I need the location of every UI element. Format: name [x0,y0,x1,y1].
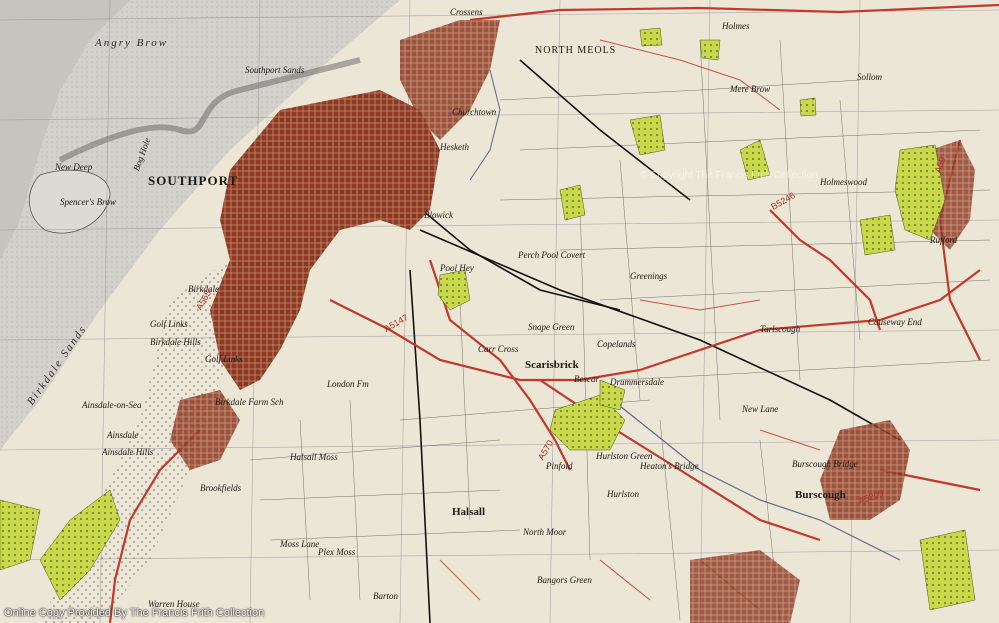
label-copelands: Copelands [597,339,636,349]
label-heatons-bridge: Heaton's Bridge [640,461,699,471]
label-ainsdale-hills: Ainsdale Hills [102,447,154,457]
label-north-moor: North Moor [523,527,567,537]
label-holmeswood: Holmeswood [820,177,867,187]
label-golf-links-2: Golf Links [205,354,243,364]
copyright-notice: Online Copy Provided By The Francis Frit… [4,607,265,619]
label-barton: Barton [373,591,399,601]
label-moss-lane: Moss Lane [280,539,320,549]
label-mere-brow: Mere Brow [730,84,771,94]
label-birkdale-hills: Birkdale Hills [150,337,201,347]
label-brookfields: Brookfields [200,483,242,493]
label-plex-moss: Plex Moss [318,547,356,557]
label-drummersdale: Drummersdale [610,377,664,387]
map-canvas [0,0,999,623]
label-golf-links-1: Golf Links [150,319,188,329]
label-london-fm: London Fm [327,379,369,389]
label-hurlston-green: Hurlston Green [596,451,653,461]
label-southport-sands: Southport Sands [245,65,305,75]
label-scarisbrick: Scarisbrick [525,359,579,371]
label-halsall-moss: Halsall Moss [290,452,338,462]
label-pinfold: Pinfold [546,461,573,471]
label-burscough: Burscough [795,489,846,501]
label-sollom: Sollom [857,72,883,82]
label-bangors-green: Bangors Green [537,575,592,585]
label-carr-cross: Carr Cross [478,344,519,354]
label-blowick: Blowick [424,210,453,220]
label-new-deep: New Deep [55,162,93,172]
label-spencers-brow: Spencer's Brow [60,197,116,207]
label-southport: SOUTHPORT [148,173,239,188]
label-perch-pool-covert: Perch Pool Covert [518,250,586,260]
burscough-urban [820,420,910,520]
label-birkdale-farm-sch: Birkdale Farm Sch [215,397,284,407]
label-angry-brow: Angry Brow [95,37,169,49]
label-rufford: Rufford [930,235,958,245]
label-halsall: Halsall [452,506,486,518]
label-churchtown: Churchtown [452,107,497,117]
label-north-meols: NORTH MEOLS [535,45,617,56]
label-causeway-end: Causeway End [868,317,922,327]
label-ainsdale: Ainsdale [107,430,139,440]
label-burscough-bridge: Burscough Bridge [792,459,858,469]
historic-os-map[interactable]: Angry Brow Southport Sands New Deep Bog … [0,0,999,623]
label-greenings: Greenings [630,271,668,281]
label-pool-hey: Pool Hey [440,263,474,273]
label-hesketh: Hesketh [440,142,469,152]
label-bescar: Bescar [574,374,599,384]
label-snape-green: Snape Green [528,322,575,332]
label-hurlston: Hurlston [607,489,640,499]
label-tarlscough: Tarlscough [760,324,801,334]
watermark: © Copyright The Francis Frith Collection [640,170,818,181]
label-new-lane: New Lane [742,404,779,414]
ormskirk-urban [690,550,800,623]
label-holmes: Holmes [722,21,750,31]
label-crossens: Crossens [450,7,483,17]
label-ainsdale-on-sea: Ainsdale-on-Sea [82,400,142,410]
